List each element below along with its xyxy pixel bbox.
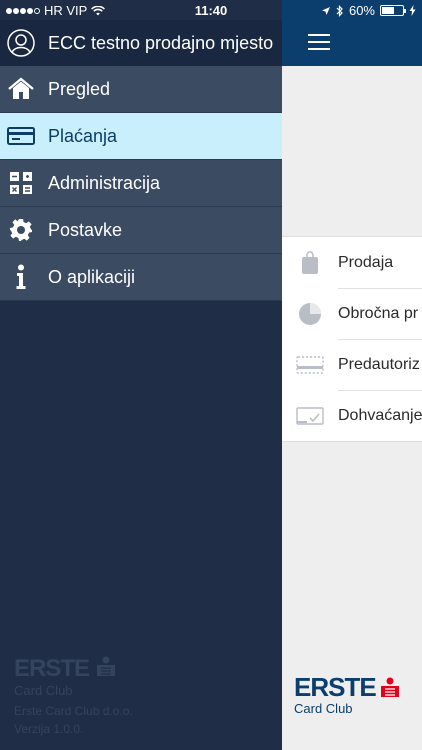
list-item-label: Dohvaćanje bbox=[338, 406, 422, 424]
drawer-menu: Pregled Plaćanja Administracija Postavke… bbox=[0, 66, 282, 301]
list-item-predautorizacija[interactable]: Predautoriz bbox=[282, 339, 422, 390]
merchant-name: ECC testno prodajno mjesto bbox=[48, 32, 274, 53]
menu-item-postavke[interactable]: Postavke bbox=[0, 207, 282, 254]
drawer-logo-sub: Card Club bbox=[14, 683, 73, 698]
shopping-bag-icon bbox=[296, 250, 324, 275]
user-avatar-icon[interactable] bbox=[7, 29, 35, 57]
menu-item-pregled[interactable]: Pregled bbox=[0, 66, 282, 113]
navigation-drawer: ECC testno prodajno mjesto Pregled Plaća… bbox=[0, 0, 282, 750]
erste-card-club-logo: ERSTE Card Club bbox=[294, 672, 400, 716]
hamburger-menu-icon[interactable] bbox=[308, 34, 330, 50]
menu-item-label: Pregled bbox=[48, 78, 111, 99]
grid-icon bbox=[7, 169, 35, 197]
battery-percent: 60% bbox=[348, 3, 375, 18]
menu-item-label: O aplikaciji bbox=[48, 266, 136, 287]
card-check-icon bbox=[296, 406, 324, 426]
location-arrow-icon bbox=[321, 6, 330, 15]
drawer-logo: ERSTE bbox=[14, 655, 133, 683]
battery-icon bbox=[380, 5, 406, 16]
charging-icon bbox=[409, 5, 416, 16]
logo-word: ERSTE bbox=[294, 672, 377, 702]
drawer-header: ECC testno prodajno mjesto bbox=[0, 20, 282, 66]
erste-s-logo-icon bbox=[380, 677, 399, 697]
menu-item-label: Administracija bbox=[48, 172, 161, 193]
drawer-footer: ERSTE Card Club Erste Card Club d.o.o. V… bbox=[14, 655, 133, 736]
payment-options-list: Prodaja Obročna pr Predautoriz Dohvaćanj… bbox=[282, 236, 422, 442]
bluetooth-icon bbox=[336, 4, 343, 17]
home-icon bbox=[7, 75, 35, 103]
card-dashed-icon bbox=[296, 355, 324, 375]
erste-s-logo-icon bbox=[97, 656, 116, 676]
info-icon bbox=[7, 263, 35, 291]
menu-item-placanja[interactable]: Plaćanja bbox=[0, 113, 282, 160]
menu-item-label: Plaćanja bbox=[48, 125, 118, 146]
list-item-label: Predautoriz bbox=[338, 355, 420, 373]
pie-chart-icon bbox=[296, 302, 324, 326]
list-item-label: Prodaja bbox=[338, 253, 394, 271]
company-name: Erste Card Club d.o.o. bbox=[14, 704, 133, 718]
list-item-obrocna[interactable]: Obročna pr bbox=[282, 288, 422, 339]
credit-card-icon bbox=[7, 122, 35, 150]
logo-sub: Card Club bbox=[294, 701, 353, 716]
menu-item-administracija[interactable]: Administracija bbox=[0, 160, 282, 207]
drawer-logo-word: ERSTE bbox=[14, 655, 90, 682]
menu-item-label: Postavke bbox=[48, 219, 123, 240]
list-item-label: Obročna pr bbox=[338, 304, 419, 322]
main-screen: Prodaja Obročna pr Predautoriz Dohvaćanj… bbox=[282, 0, 422, 750]
app-version: Verzija 1.0.0. bbox=[14, 722, 84, 736]
list-item-dohvacanje[interactable]: Dohvaćanje bbox=[282, 390, 422, 441]
status-bar: HR VIP 11:40 60% bbox=[0, 0, 422, 20]
list-item-prodaja[interactable]: Prodaja bbox=[282, 237, 422, 288]
gear-icon bbox=[7, 216, 35, 244]
menu-item-o-aplikaciji[interactable]: O aplikaciji bbox=[0, 254, 282, 301]
